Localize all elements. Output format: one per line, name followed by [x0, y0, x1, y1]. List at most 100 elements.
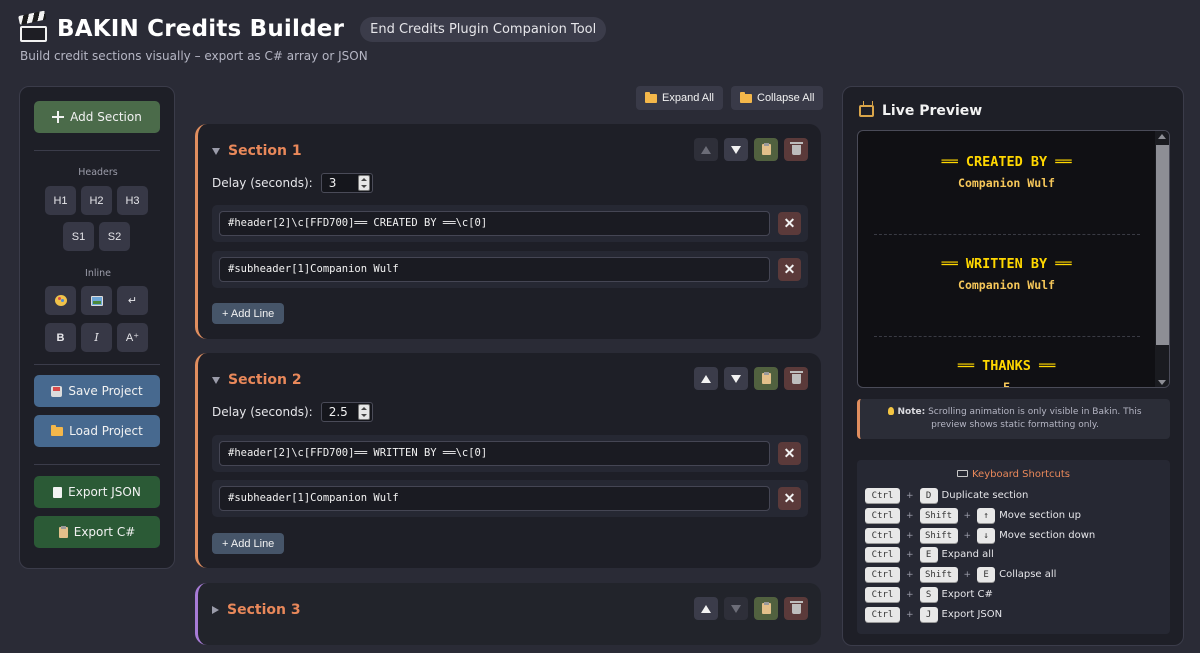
h1-button[interactable]: H1	[45, 186, 76, 215]
trash-icon	[789, 370, 803, 384]
move-up-button	[694, 138, 718, 161]
clipboard-icon	[761, 372, 771, 384]
keyboard-icon	[957, 470, 968, 477]
key: E	[919, 547, 938, 562]
add-line-button[interactable]: + Add Line	[212, 533, 285, 554]
shortcut-row: Ctrl + Shift + ↓ Move section down	[865, 527, 1095, 544]
section-header[interactable]: Section 2	[212, 372, 302, 388]
shortcut-desc: Export JSON	[941, 609, 1003, 620]
clipboard-icon	[58, 525, 68, 538]
app-subtitle: Build credit sections visually – export …	[20, 49, 368, 63]
delay-input[interactable]: 3	[320, 173, 373, 193]
delete-line-button[interactable]: ✕	[778, 258, 801, 281]
preview-scrollbar[interactable]	[1155, 131, 1169, 387]
preview-panel: Live Preview ══ CREATED BY ══ Companion …	[842, 86, 1184, 646]
shortcuts-panel: Keyboard Shortcuts Ctrl + D Duplicate sec…	[857, 460, 1170, 634]
trash-icon	[789, 141, 803, 155]
key: D	[919, 488, 938, 503]
line-input[interactable]: #subheader[1]Companion Wulf	[219, 486, 770, 511]
move-down-button[interactable]	[724, 138, 748, 161]
delete-section-button[interactable]	[784, 138, 808, 161]
export-cs-button[interactable]: Export C#	[34, 516, 160, 548]
trash-icon	[789, 600, 803, 614]
move-down-button	[724, 597, 748, 620]
scroll-up-icon[interactable]	[1158, 134, 1166, 139]
key: Ctrl	[865, 488, 900, 503]
s2-button[interactable]: S2	[99, 222, 130, 251]
move-down-button[interactable]	[724, 367, 748, 390]
key: Ctrl	[865, 547, 900, 562]
shortcut-desc: Collapse all	[999, 569, 1057, 580]
move-up-button[interactable]	[694, 597, 718, 620]
delete-line-button[interactable]: ✕	[778, 212, 801, 235]
key: ↓	[977, 528, 996, 543]
add-line-button[interactable]: + Add Line	[212, 303, 285, 324]
expand-toggle-icon[interactable]	[212, 606, 219, 614]
key: E	[977, 567, 996, 582]
bold-button[interactable]: B	[45, 323, 76, 352]
section-card: Section 1 Delay (seconds): 3 #header[2]\…	[195, 124, 821, 339]
shortcut-row: Ctrl + E Expand all	[865, 546, 994, 563]
folder-icon	[740, 91, 752, 103]
font-size-button[interactable]: A⁺	[117, 323, 148, 352]
lightbulb-icon	[888, 407, 895, 415]
shortcut-row: Ctrl + S Export C#	[865, 586, 993, 603]
scrollbar-thumb[interactable]	[1156, 145, 1169, 345]
preview-title: Live Preview	[859, 103, 982, 119]
scroll-down-icon[interactable]	[1158, 380, 1166, 385]
delete-line-button[interactable]: ✕	[778, 442, 801, 465]
arrow-up-icon	[701, 374, 711, 383]
line-input[interactable]: #subheader[1]Companion Wulf	[219, 257, 770, 282]
shortcut-row: Ctrl + Shift + ↑ Move section up	[865, 507, 1081, 524]
add-section-button[interactable]: Add Section	[34, 101, 160, 133]
s1-button[interactable]: S1	[63, 222, 94, 251]
headers-label: Headers	[78, 167, 118, 178]
delay-input[interactable]: 2.5	[320, 402, 373, 422]
duplicate-button[interactable]	[754, 597, 778, 620]
load-project-button[interactable]: Load Project	[34, 415, 160, 447]
spinner-icon[interactable]	[357, 404, 370, 420]
collapse-toggle-icon[interactable]	[212, 147, 220, 155]
line-row: #subheader[1]Companion Wulf ✕	[212, 251, 808, 288]
newline-button[interactable]: ↵	[117, 286, 148, 315]
line-input[interactable]: #header[2]\c[FFD700]══ WRITTEN BY ══\c[0…	[219, 441, 770, 466]
delete-section-button[interactable]	[784, 597, 808, 620]
delete-section-button[interactable]	[784, 367, 808, 390]
section-header[interactable]: Section 1	[212, 143, 302, 159]
save-project-button[interactable]: Save Project	[34, 375, 160, 407]
h2-button[interactable]: H2	[81, 186, 112, 215]
key: Shift	[919, 567, 958, 582]
collapse-all-button[interactable]: Collapse All	[731, 86, 824, 110]
spinner-icon[interactable]	[357, 175, 370, 191]
folder-icon	[645, 91, 657, 103]
shortcut-row: Ctrl + J Export JSON	[865, 606, 1002, 623]
move-up-button[interactable]	[694, 367, 718, 390]
duplicate-button[interactable]	[754, 367, 778, 390]
key: Shift	[919, 528, 958, 543]
delay-row: Delay (seconds): 3	[212, 173, 373, 193]
color-button[interactable]	[45, 286, 76, 315]
palette-icon	[54, 295, 67, 306]
shortcut-desc: Export C#	[941, 589, 993, 600]
key: J	[919, 607, 938, 622]
image-icon	[90, 295, 103, 306]
duplicate-button[interactable]	[754, 138, 778, 161]
shortcut-row: Ctrl + Shift + E Collapse all	[865, 566, 1056, 583]
divider	[34, 464, 160, 465]
collapse-toggle-icon[interactable]	[212, 376, 220, 384]
italic-button[interactable]: I	[81, 323, 112, 352]
delete-line-button[interactable]: ✕	[778, 487, 801, 510]
expand-all-button[interactable]: Expand All	[636, 86, 723, 110]
export-json-button[interactable]: Export JSON	[34, 476, 160, 508]
tv-icon	[859, 105, 874, 117]
line-row: #header[2]\c[FFD700]══ CREATED BY ══\c[0…	[212, 205, 808, 242]
delay-row: Delay (seconds): 2.5	[212, 402, 373, 422]
line-input[interactable]: #header[2]\c[FFD700]══ CREATED BY ══\c[0…	[219, 211, 770, 236]
preview-block: ══ THANKS ══ F	[858, 358, 1155, 387]
section-header[interactable]: Section 3	[212, 602, 301, 618]
h3-button[interactable]: H3	[117, 186, 148, 215]
image-button[interactable]	[81, 286, 112, 315]
key: S	[919, 587, 938, 602]
plus-icon	[52, 111, 65, 123]
preview-screen[interactable]: ══ CREATED BY ══ Companion Wulf ══ WRITT…	[857, 130, 1170, 388]
